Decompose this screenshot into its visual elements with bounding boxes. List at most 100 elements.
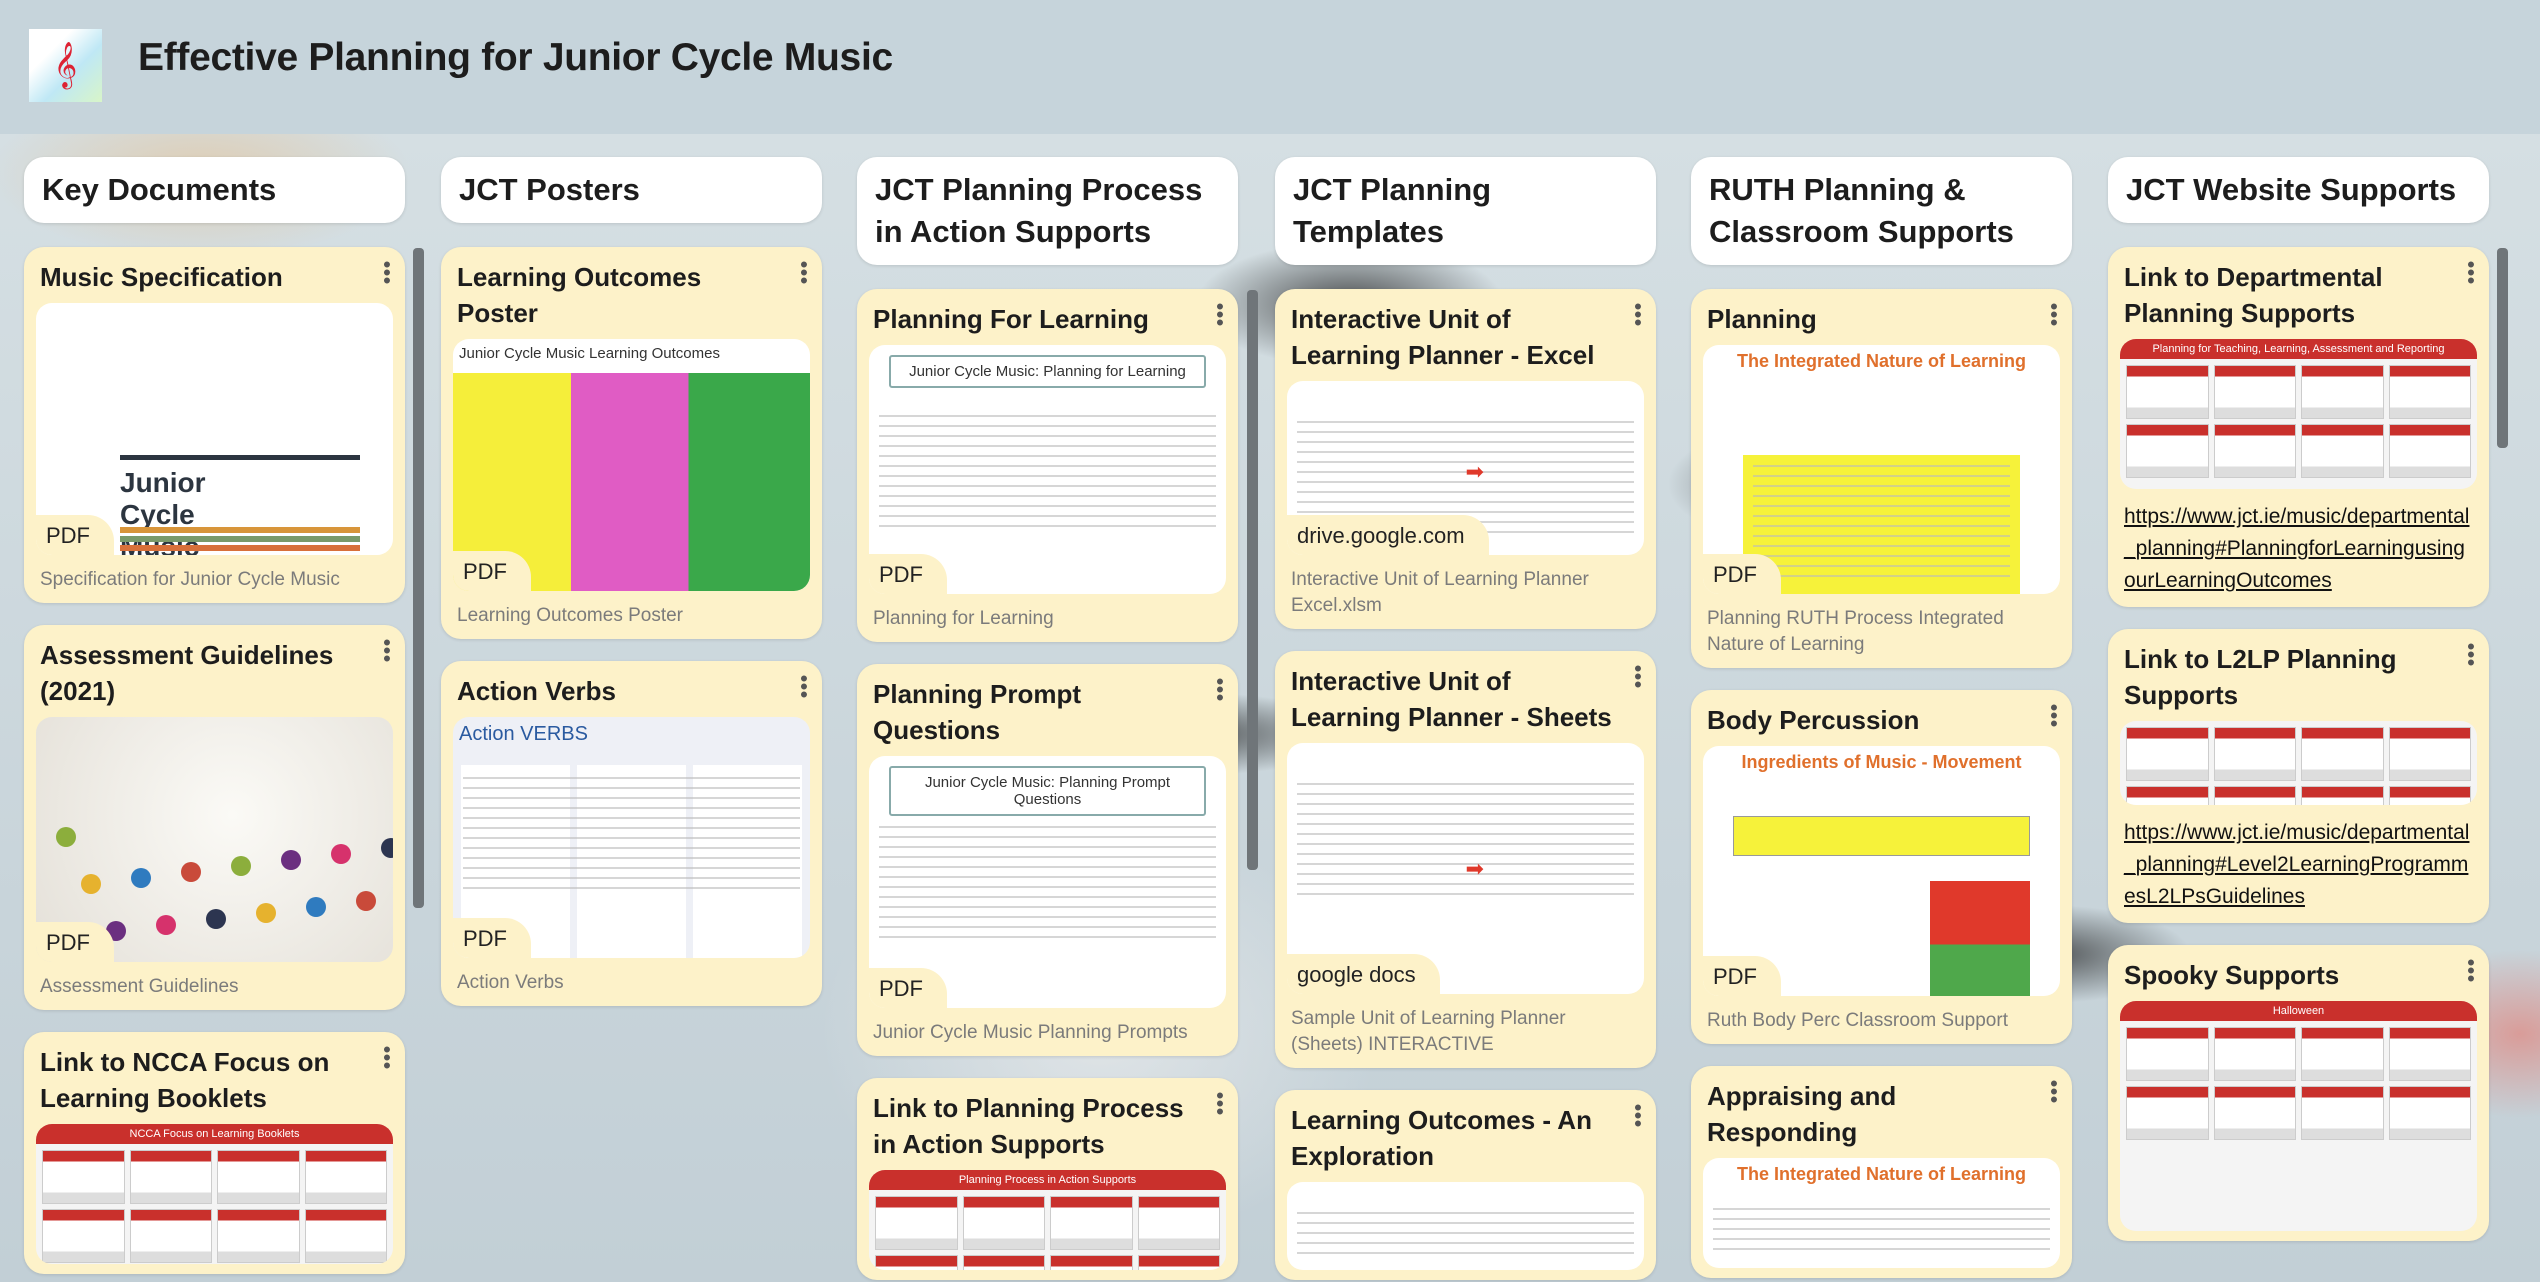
attachment-caption: Specification for Junior Cycle Music — [40, 569, 340, 590]
post-title: Link to L2LP Planning Supports — [2124, 644, 2397, 710]
post-title: Learning Outcomes - An Exploration — [1291, 1105, 1592, 1171]
card-list: Planning For Learning • • • Junior Cycle Mu… — [857, 289, 1238, 1280]
post-card[interactable]: Appraising and Responding • • • The Integra… — [1691, 1066, 2072, 1278]
column-3: JCT Planning Templates Interactive Unit o… — [1275, 157, 1656, 1280]
column-title[interactable]: RUTH Planning & Classroom Supports — [1691, 157, 2072, 265]
more-options-icon[interactable]: • • • — [383, 254, 391, 292]
more-options-icon[interactable]: • • • — [1216, 671, 1224, 709]
preview-heading: Junior Cycle Music Learning Outcomes — [459, 345, 720, 362]
post-card[interactable]: Body Percussion • • • Ingredients of Music … — [1691, 690, 2072, 1044]
column-title[interactable]: JCT Planning Templates — [1275, 157, 1656, 265]
attachment-preview[interactable] — [1287, 1182, 1644, 1270]
more-options-icon[interactable]: • • • — [2050, 296, 2058, 334]
attachment-preview[interactable]: Ingredients of Music - Movement PDF — [1703, 746, 2060, 996]
post-card[interactable]: Interactive Unit of Learning Planner - S… — [1275, 651, 1656, 1068]
attachment-caption: Planning RUTH Process Integrated Nature … — [1707, 608, 2004, 655]
more-options-icon[interactable]: • • • — [1634, 296, 1642, 334]
preview-heading: The Integrated Nature of Learning — [1736, 351, 2027, 371]
attachment-preview[interactable]: The Integrated Nature of Learning — [1703, 1158, 2060, 1268]
post-title: Link to Departmental Planning Supports — [2124, 262, 2383, 328]
card-list: Learning Outcomes Poster • • • Junior Cycle… — [441, 247, 822, 1006]
post-card[interactable]: Link to L2LP Planning Supports • • • https:… — [2108, 629, 2489, 923]
post-card[interactable]: Learning Outcomes Poster • • • Junior Cycle… — [441, 247, 822, 639]
preview-heading: Planning Process in Action Supports — [869, 1170, 1226, 1190]
post-card[interactable]: Planning • • • The Integrated Nature of Lea… — [1691, 289, 2072, 668]
more-options-icon[interactable]: • • • — [2050, 1073, 2058, 1111]
column-title[interactable]: Key Documents — [24, 157, 405, 223]
attachment-preview[interactable] — [2120, 721, 2477, 805]
attachment-preview[interactable]: NCCA Focus on Learning Booklets — [36, 1124, 393, 1264]
more-options-icon[interactable]: • • • — [800, 668, 808, 706]
preview-heading: Action VERBS — [459, 723, 588, 745]
attachment-preview[interactable]: ➡ drive.google.com — [1287, 381, 1644, 555]
attachment-preview[interactable]: The Integrated Nature of Learning PDF — [1703, 345, 2060, 594]
more-options-icon[interactable]: • • • — [1216, 296, 1224, 334]
post-card[interactable]: Spooky Supports • • • Halloween — [2108, 945, 2489, 1241]
post-card[interactable]: Assessment Guidelines (2021) • • • PDF Asses… — [24, 625, 405, 1010]
post-card[interactable]: Action Verbs • • • Action VERBS PDF Action V… — [441, 661, 822, 1006]
post-title: Assessment Guidelines (2021) — [40, 640, 334, 706]
column-2: JCT Planning Process in Action Supports P… — [857, 157, 1238, 1280]
attachment-type-badge: PDF — [36, 922, 114, 962]
preview-heading: Junior Cycle Music — [120, 467, 206, 555]
column-0: Key Documents Music Specification • • • Jun… — [24, 157, 405, 1274]
preview-heading: Ingredients of Music - Movement — [1741, 752, 2022, 772]
column-title[interactable]: JCT Website Supports — [2108, 157, 2489, 223]
post-card[interactable]: Learning Outcomes - An Exploration • • • — [1275, 1090, 1656, 1280]
post-card[interactable]: Link to NCCA Focus on Learning Booklets … — [24, 1032, 405, 1274]
post-card[interactable]: Music Specification • • • Junior Cycle Mus… — [24, 247, 405, 603]
column-scrollbar[interactable] — [2497, 248, 2508, 448]
attachment-type-badge: PDF — [36, 515, 114, 555]
column-4: RUTH Planning & Classroom Supports Planni… — [1691, 157, 2072, 1278]
more-options-icon[interactable]: • • • — [383, 632, 391, 670]
column-title[interactable]: JCT Posters — [441, 157, 822, 223]
more-options-icon[interactable]: • • • — [800, 254, 808, 292]
post-title: Music Specification — [40, 262, 283, 292]
attachment-preview[interactable]: Junior Cycle Music: Planning for Learnin… — [869, 345, 1226, 594]
attachment-preview[interactable]: Action VERBS PDF — [453, 717, 810, 958]
attachment-type-badge: drive.google.com — [1287, 515, 1489, 555]
post-card[interactable]: Link to Planning Process in Action Suppo… — [857, 1078, 1238, 1280]
treble-clef-icon[interactable]: 𝄞 — [29, 29, 102, 102]
post-card[interactable]: Interactive Unit of Learning Planner - E… — [1275, 289, 1656, 629]
post-link[interactable]: https://www.jct.ie/music/departmental_pl… — [2124, 817, 2473, 913]
more-options-icon[interactable]: • • • — [2467, 636, 2475, 674]
post-link[interactable]: https://www.jct.ie/music/departmental_pl… — [2124, 501, 2473, 597]
column-title[interactable]: JCT Planning Process in Action Supports — [857, 157, 1238, 265]
more-options-icon[interactable]: • • • — [2467, 952, 2475, 990]
more-options-icon[interactable]: • • • — [1634, 1097, 1642, 1135]
attachment-caption: Ruth Body Perc Classroom Support — [1707, 1010, 2008, 1031]
attachment-preview[interactable]: ➡ google docs — [1287, 743, 1644, 994]
attachment-preview[interactable]: Junior Cycle Music Learning Outcomes PDF — [453, 339, 810, 591]
attachment-preview[interactable]: Planning for Teaching, Learning, Assessm… — [2120, 339, 2477, 489]
card-list: Link to Departmental Planning Supports •… — [2108, 247, 2489, 1241]
preview-heading: Junior Cycle Music: Planning for Learnin… — [889, 355, 1206, 388]
attachment-type-badge: PDF — [869, 968, 947, 1008]
post-card[interactable]: Planning For Learning • • • Junior Cycle Mu… — [857, 289, 1238, 642]
attachment-type-badge: PDF — [869, 554, 947, 594]
more-options-icon[interactable]: • • • — [2050, 697, 2058, 735]
attachment-type-badge: PDF — [453, 551, 531, 591]
preview-heading: Junior Cycle Music: Planning Prompt Ques… — [889, 766, 1206, 816]
card-list: Interactive Unit of Learning Planner - E… — [1275, 289, 1656, 1280]
column-scrollbar[interactable] — [1247, 290, 1258, 870]
column-5: JCT Website Supports Link to Departmental… — [2108, 157, 2489, 1241]
post-title: Body Percussion — [1707, 705, 1920, 735]
column-scrollbar[interactable] — [413, 248, 424, 908]
attachment-preview[interactable]: PDF — [36, 717, 393, 962]
post-card[interactable]: Planning Prompt Questions • • • Junior Cycl… — [857, 664, 1238, 1056]
more-options-icon[interactable]: • • • — [1216, 1085, 1224, 1123]
attachment-preview[interactable]: Junior Cycle Music PDF — [36, 303, 393, 555]
post-title: Link to Planning Process in Action Suppo… — [873, 1093, 1184, 1159]
attachment-preview[interactable]: Halloween — [2120, 1001, 2477, 1231]
attachment-preview[interactable]: Junior Cycle Music: Planning Prompt Ques… — [869, 756, 1226, 1008]
more-options-icon[interactable]: • • • — [1634, 658, 1642, 696]
more-options-icon[interactable]: • • • — [2467, 254, 2475, 292]
post-card[interactable]: Link to Departmental Planning Supports •… — [2108, 247, 2489, 607]
attachment-type-badge: google docs — [1287, 954, 1440, 994]
post-title: Planning For Learning — [873, 304, 1149, 334]
attachment-caption: Sample Unit of Learning Planner (Sheets)… — [1291, 1008, 1566, 1055]
attachment-preview[interactable]: Planning Process in Action Supports — [869, 1170, 1226, 1270]
post-title: Appraising and Responding — [1707, 1081, 1897, 1147]
more-options-icon[interactable]: • • • — [383, 1039, 391, 1077]
